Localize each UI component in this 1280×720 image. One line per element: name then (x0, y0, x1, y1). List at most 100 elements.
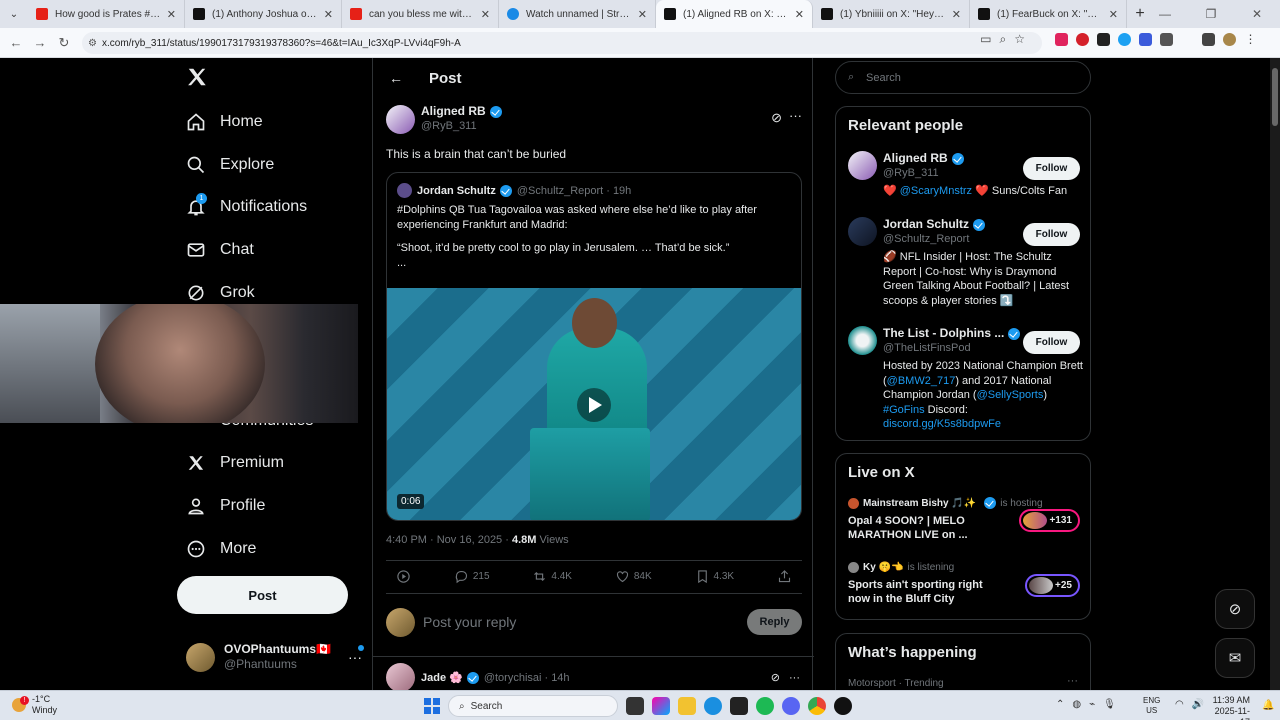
like-button[interactable]: 84K (615, 569, 652, 584)
grok-fab-button[interactable]: ⊘ (1215, 589, 1255, 629)
reply-post[interactable]: Jade 🌸 @torychisai · 14h ⊘ ··· (386, 663, 802, 690)
mention-link[interactable]: @BMW2_717 (887, 375, 956, 387)
follow-button[interactable]: Follow (1023, 223, 1080, 246)
reply-button[interactable]: 215 (454, 569, 490, 584)
more-options-icon[interactable]: ··· (348, 649, 362, 665)
reload-icon[interactable]: ↻ (52, 35, 76, 51)
avatar[interactable] (386, 104, 415, 134)
nav-premium[interactable]: Premium (186, 448, 284, 478)
windows-start-icon[interactable] (424, 698, 440, 714)
nav-more[interactable]: More (186, 534, 256, 564)
microphone-icon[interactable]: 🎙 (1103, 699, 1116, 710)
live-space-item[interactable]: Mainstream Bishy 🎵✨ is hosting Opal 4 SOO… (848, 497, 1080, 542)
extension-icon[interactable] (1097, 33, 1110, 46)
site-info-icon[interactable]: ⚙ (88, 38, 97, 49)
more-options-icon[interactable]: ··· (789, 108, 802, 123)
clock[interactable]: 11:39 AM 2025-11-17 (1208, 695, 1250, 720)
bookmark-star-icon[interactable]: ☆ (1014, 32, 1025, 47)
repost-button[interactable]: 4.4K (532, 569, 572, 584)
search-input[interactable]: ⌕ Search (835, 61, 1091, 94)
quoted-post[interactable]: Jordan Schultz @Schultz_Report · 19h #Do… (386, 172, 802, 521)
browser-tab[interactable]: Watch unnamed | Streamable✕ (499, 0, 656, 28)
extension-icon[interactable] (1055, 33, 1068, 46)
more-options-icon[interactable]: ··· (789, 672, 800, 684)
live-space-item[interactable]: Ky 🤫👈 is listening Sports ain't sporting … (848, 562, 1080, 606)
discord-link[interactable]: discord.gg/K5s8bdpwFe (883, 418, 1001, 430)
browser-tab[interactable]: (1) FearBuck on X: "Cuffem wa✕ (970, 0, 1127, 28)
account-switcher[interactable]: OVOPhantuums🇨🇦 @Phantuums ··· (186, 641, 366, 673)
close-tab-icon[interactable]: ✕ (638, 8, 647, 21)
browser-tab[interactable]: can you bless me with someth✕ (342, 0, 499, 28)
page-scrollbar[interactable] (1270, 58, 1280, 690)
nav-chat[interactable]: Chat (186, 235, 254, 265)
reply-button[interactable]: Reply (747, 609, 802, 635)
post-button[interactable]: Post (177, 576, 348, 614)
edge-icon[interactable] (704, 697, 722, 715)
chevron-up-icon[interactable]: ⌃ (1056, 699, 1064, 710)
reply-input[interactable]: Post your reply (423, 614, 747, 630)
nav-profile[interactable]: Profile (186, 491, 265, 521)
address-bar[interactable]: ⚙ x.com/ryb_311/status/19901731793193783… (82, 32, 1042, 54)
extension-icon[interactable] (1139, 33, 1152, 46)
play-icon[interactable] (577, 388, 611, 422)
notifications-icon[interactable]: 🔔 (1262, 700, 1274, 711)
extension-icon[interactable] (1118, 33, 1131, 46)
close-tab-icon[interactable]: ✕ (1109, 8, 1118, 21)
messages-fab-button[interactable]: ✉ (1215, 638, 1255, 678)
nav-explore[interactable]: Explore (186, 150, 274, 180)
hashtag-link[interactable]: #GoFins (883, 404, 925, 416)
follow-button[interactable]: Follow (1023, 157, 1080, 180)
author-name[interactable]: Aligned RB (421, 104, 486, 119)
task-view-icon[interactable] (626, 697, 644, 715)
x-logo-icon[interactable] (186, 66, 208, 88)
media-icon[interactable] (1202, 33, 1215, 46)
minimize-icon[interactable]: — (1142, 0, 1188, 28)
browser-tab[interactable]: (1) Anthony Joshua on X: "He's✕ (185, 0, 342, 28)
back-icon[interactable]: ← (4, 35, 28, 50)
browser-tab-active[interactable]: (1) Aligned RB on X: "This is a t✕ (656, 0, 813, 28)
more-options-icon[interactable]: ··· (1067, 675, 1078, 687)
grok-icon[interactable]: ⊘ (771, 671, 780, 684)
close-tab-icon[interactable]: ✕ (324, 8, 333, 21)
nav-notifications[interactable]: 1 Notifications (186, 192, 307, 222)
app-icon[interactable] (834, 697, 852, 715)
chrome-icon[interactable] (808, 697, 826, 715)
share-button[interactable] (777, 569, 792, 584)
copilot-icon[interactable] (652, 697, 670, 715)
play-count-button[interactable] (396, 569, 411, 584)
nav-home[interactable]: Home (186, 107, 263, 137)
profile-avatar[interactable] (1223, 33, 1236, 46)
browser-tab[interactable]: (1) Ybniiiii on X: "Hey everyone✕ (813, 0, 970, 28)
taskbar-search[interactable]: ⌕ Search (448, 695, 618, 717)
grok-icon[interactable]: ⊘ (771, 110, 782, 126)
post-timestamp[interactable]: 4:40 PM · Nov 16, 2025 · (386, 534, 509, 546)
zoom-icon[interactable]: ⌕ (1000, 32, 1007, 47)
file-explorer-icon[interactable] (678, 697, 696, 715)
close-tab-icon[interactable]: ✕ (795, 8, 804, 21)
weather-widget[interactable]: ! -1°C Windy (12, 694, 57, 716)
tab-search-chevron-icon[interactable]: ⌄ (0, 0, 28, 28)
close-window-icon[interactable]: ✕ (1234, 0, 1280, 28)
follow-button[interactable]: Follow (1023, 331, 1080, 354)
volume-icon[interactable]: 🔊 (1192, 699, 1204, 710)
puzzle-icon[interactable] (1160, 33, 1173, 46)
spotify-icon[interactable] (756, 697, 774, 715)
author-handle[interactable]: @RyB_311 (421, 119, 502, 134)
back-arrow-icon[interactable]: ← (389, 70, 403, 86)
video-player[interactable]: 0:06 (387, 288, 801, 520)
language-indicator[interactable]: ENG US (1143, 696, 1160, 716)
wifi-icon[interactable]: ◠ (1175, 699, 1184, 710)
network-icon[interactable]: ⌁ (1089, 699, 1095, 710)
forward-icon[interactable]: → (28, 35, 52, 50)
app-tray-icon[interactable]: ◍ (1072, 699, 1081, 710)
bookmark-button[interactable]: 4.3K (695, 569, 734, 584)
browser-menu-icon[interactable]: ⋮ (1244, 33, 1257, 46)
discord-icon[interactable] (782, 697, 800, 715)
maximize-icon[interactable]: ❐ (1188, 0, 1234, 28)
mention-link[interactable]: @ScaryMnstrz (900, 185, 972, 197)
close-tab-icon[interactable]: ✕ (167, 8, 176, 21)
cast-icon[interactable]: ▭ (980, 32, 991, 47)
mention-link[interactable]: @SellySports (977, 389, 1044, 401)
close-tab-icon[interactable]: ✕ (481, 8, 490, 21)
browser-tab[interactable]: How good is Prates #ufc322 - Y✕ (28, 0, 185, 28)
